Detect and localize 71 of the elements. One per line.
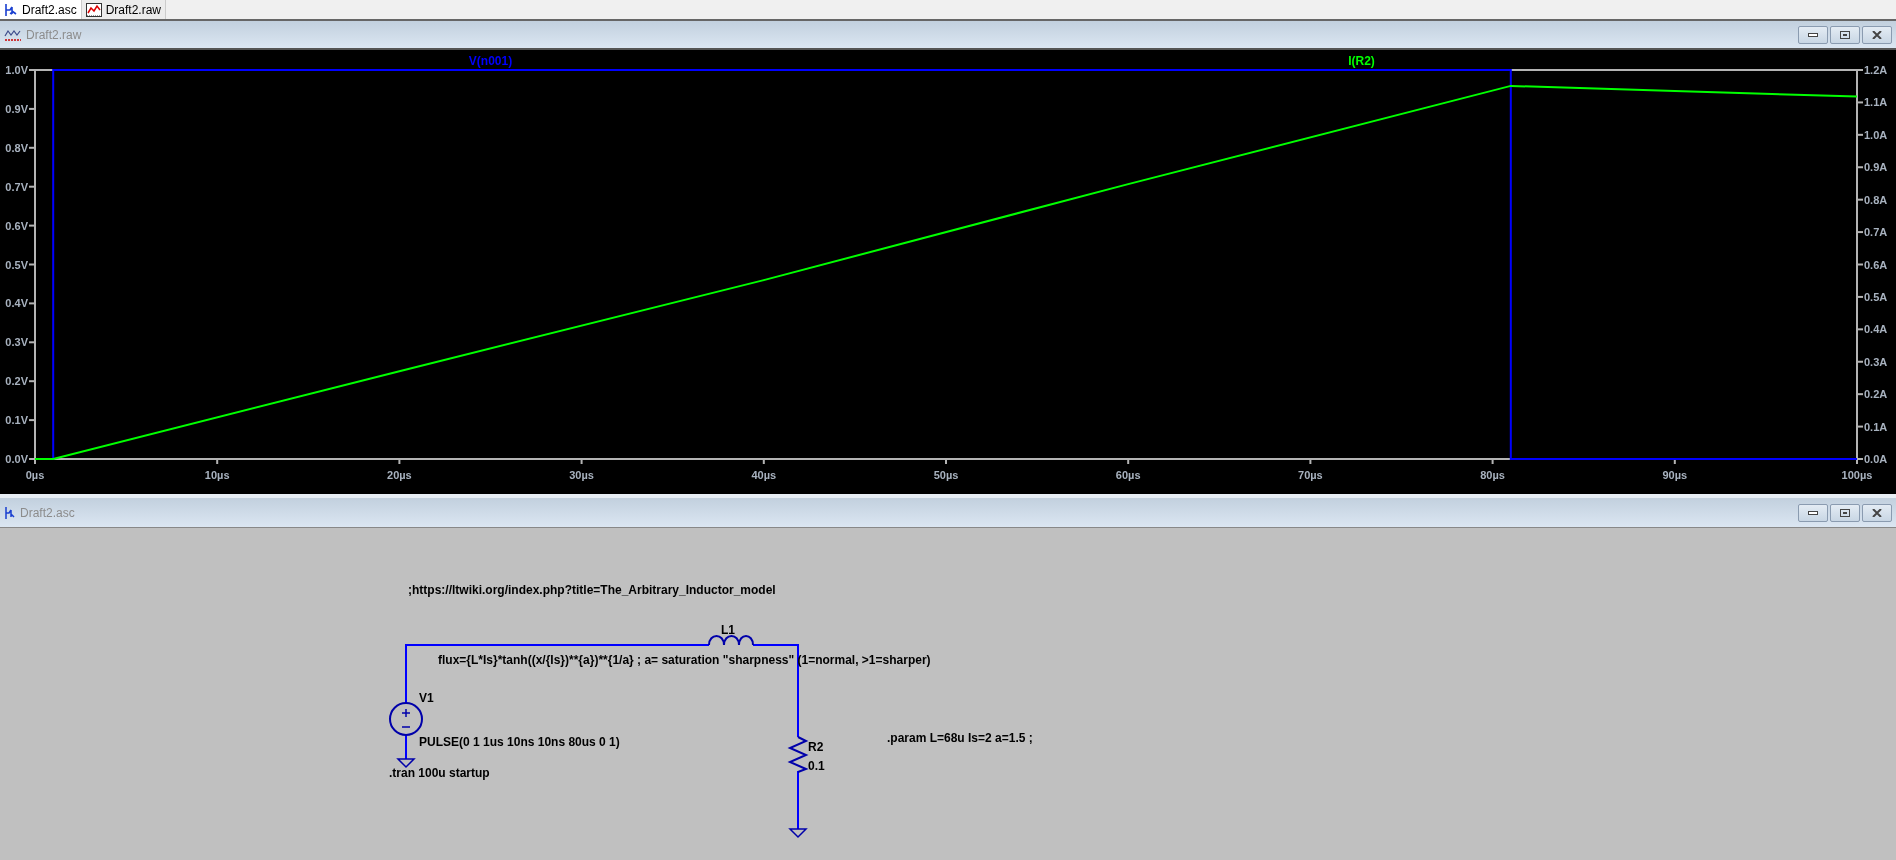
y-axis-tick-label: 0.2A xyxy=(1864,388,1888,401)
ground-symbol xyxy=(396,758,416,769)
restore-icon xyxy=(1840,508,1850,517)
trace-label: V(n001) xyxy=(468,54,513,68)
y-axis-tick-label: 0.3A xyxy=(1864,355,1888,368)
maximize-button[interactable] xyxy=(1830,503,1860,522)
schematic-icon xyxy=(4,505,16,520)
restore-icon xyxy=(1840,30,1850,39)
y-axis-tick-label: 1.0A xyxy=(1864,128,1888,141)
y-axis-tick-label: 0.0V xyxy=(5,453,28,465)
wire xyxy=(797,770,799,830)
y-axis-tick-label: 0.8A xyxy=(1864,193,1888,206)
y-axis-tick-label: 0.8V xyxy=(5,141,28,154)
maximize-button[interactable] xyxy=(1830,25,1860,44)
y-axis-tick-label: 0.7V xyxy=(5,180,28,193)
document-tab[interactable]: Draft2.asc xyxy=(0,0,82,19)
y-axis-tick-label: 0.7A xyxy=(1864,226,1888,239)
x-axis-tick-label: 70µs xyxy=(1298,469,1323,481)
minimize-icon xyxy=(1808,31,1818,38)
x-axis-tick-label: 90µs xyxy=(1662,469,1688,481)
x-axis-tick-label: 80µs xyxy=(1480,469,1505,481)
y-axis-tick-label: 0.0A xyxy=(1864,453,1888,465)
x-axis-tick-label: 0µs xyxy=(25,469,45,481)
x-axis-tick-label: 100µs xyxy=(1841,469,1873,481)
x-axis-tick-label: 30µs xyxy=(569,469,594,481)
close-button[interactable] xyxy=(1862,25,1892,44)
schematic-icon xyxy=(4,2,18,17)
resistor-symbol xyxy=(787,736,809,773)
spice-directive: .param L=68u Is=2 a=1.5 ; xyxy=(887,731,1033,745)
x-axis-tick-label: 40µs xyxy=(751,469,777,481)
component-name: R2 xyxy=(808,740,824,754)
y-axis-tick-label: 0.1V xyxy=(5,414,28,427)
x-axis-tick-label: 20µs xyxy=(387,469,412,481)
x-axis-tick-label: 60µs xyxy=(1115,469,1141,481)
y-axis-tick-label: 0.5A xyxy=(1864,290,1888,303)
x-axis-tick-label: 10µs xyxy=(204,469,230,481)
component-value: PULSE(0 1 1us 10ns 10ns 80us 0 1) xyxy=(419,735,620,749)
component-value: 0.1 xyxy=(808,759,825,773)
x-axis-tick-label: 50µs xyxy=(933,469,959,481)
y-axis-tick-label: 0.6A xyxy=(1864,258,1888,271)
y-axis-tick-label: 0.4A xyxy=(1864,323,1888,336)
close-icon xyxy=(1872,30,1882,39)
y-axis-tick-label: 0.9V xyxy=(5,102,28,115)
y-axis-tick-label: 0.1A xyxy=(1864,420,1888,433)
waveform-icon xyxy=(85,2,102,17)
y-axis-tick-label: 0.9A xyxy=(1864,161,1888,174)
component-name: L1 xyxy=(721,623,735,637)
y-axis-tick-label: 0.4V xyxy=(5,297,28,310)
close-icon xyxy=(1872,508,1882,517)
close-button[interactable] xyxy=(1862,503,1892,522)
voltage-source-symbol xyxy=(389,702,423,736)
document-tab[interactable]: Draft2.raw xyxy=(81,0,167,19)
minimize-button[interactable] xyxy=(1798,25,1828,44)
comment-text: ;https://ltwiki.org/index.php?title=The_Arbitrary_Inductor_model xyxy=(408,583,776,597)
y-axis-tick-label: 0.6V xyxy=(5,219,28,232)
window-title: Draft2.raw xyxy=(26,26,82,44)
spice-directive: .tran 100u startup xyxy=(389,766,490,780)
y-axis-tick-label: 1.0V xyxy=(5,64,28,76)
minimize-icon xyxy=(1808,509,1818,516)
y-axis-tick-label: 1.1A xyxy=(1864,96,1888,109)
component-name: V1 xyxy=(419,691,434,705)
trace-label: I(R2) xyxy=(1348,54,1375,68)
window-title: Draft2.asc xyxy=(20,504,75,522)
minimize-button[interactable] xyxy=(1798,503,1828,522)
y-axis-tick-label: 1.2A xyxy=(1864,64,1888,76)
ground-symbol xyxy=(788,828,808,839)
y-axis-tick-label: 0.2V xyxy=(5,375,28,388)
y-axis-tick-label: 0.3V xyxy=(5,336,28,349)
inductor-symbol xyxy=(708,635,754,646)
wire xyxy=(405,734,407,760)
y-axis-tick-label: 0.5V xyxy=(5,258,28,271)
